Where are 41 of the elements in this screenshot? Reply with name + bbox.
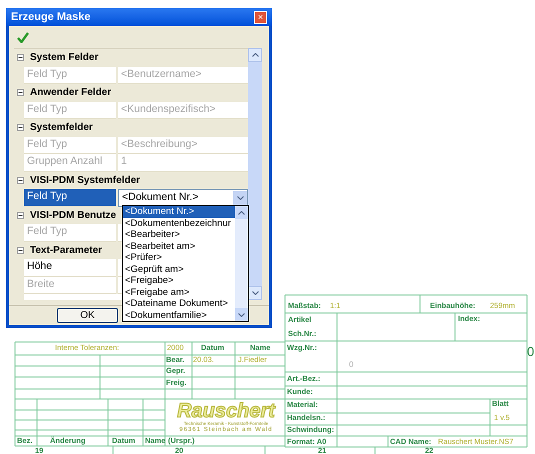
collapse-toggle[interactable] xyxy=(17,212,24,219)
section-header: VISI-PDM Benutze xyxy=(30,208,116,223)
scroll-up-icon[interactable] xyxy=(238,210,245,214)
dropdown-option[interactable]: <Dateiname Dokument> xyxy=(123,298,235,310)
logo-wordmark: Rauschert xyxy=(177,401,275,421)
close-button[interactable]: × xyxy=(254,10,267,24)
ok-button[interactable]: OK xyxy=(57,308,118,323)
property-value: 1 xyxy=(118,154,248,172)
dropdown-option[interactable]: <Prüfer> xyxy=(123,252,235,264)
collapse-toggle[interactable] xyxy=(17,246,24,254)
collapse-toggle[interactable] xyxy=(17,124,24,132)
scrollbar[interactable] xyxy=(235,206,248,321)
collapse-toggle[interactable] xyxy=(17,89,24,96)
collapse-toggle[interactable] xyxy=(17,176,24,184)
section-header: Systemfelder xyxy=(30,121,93,136)
scroll-down-icon[interactable] xyxy=(252,291,258,295)
checkmark-icon[interactable] xyxy=(17,32,29,42)
section-header: Text-Parameter xyxy=(30,244,102,258)
scroll-down-icon[interactable] xyxy=(238,312,245,316)
property-label[interactable]: Höhe xyxy=(24,259,116,276)
dropdown-option[interactable]: <Bearbeiter> xyxy=(123,229,235,240)
drawing-label: 0 xyxy=(527,345,534,358)
window-title: Erzeuge Maske xyxy=(11,10,90,25)
drawing-label: 0 xyxy=(349,361,354,369)
dropdown-option[interactable]: <Bearbeitet am> xyxy=(123,240,235,252)
property-label[interactable]: Feld Typ xyxy=(24,189,116,206)
property-value: <Kundenspezifisch> xyxy=(118,102,248,119)
dropdown-option[interactable]: <Dokumentfamilie> xyxy=(123,310,235,321)
property-value: <Beschreibung> xyxy=(118,136,248,154)
dropdown-option[interactable]: <Dokumentenbezeichnur xyxy=(123,218,235,229)
dropdown-option[interactable]: <Freigabe am> xyxy=(123,286,235,298)
property-value: <Benutzername> xyxy=(118,66,248,84)
scrollbar[interactable] xyxy=(248,48,262,300)
dropdown-option[interactable]: <Dokument Nr.> xyxy=(123,206,235,218)
section-header: VISI-PDM Systemfelder xyxy=(30,174,140,188)
scroll-up-icon[interactable] xyxy=(252,53,258,57)
section-header: Anwender Felder xyxy=(30,86,112,100)
section-header: System Felder xyxy=(30,51,98,66)
dropdown-option[interactable]: <Freigabe> xyxy=(123,275,235,286)
dropdown-option[interactable]: <Geprüft am> xyxy=(123,264,235,275)
collapse-toggle[interactable] xyxy=(17,54,24,62)
